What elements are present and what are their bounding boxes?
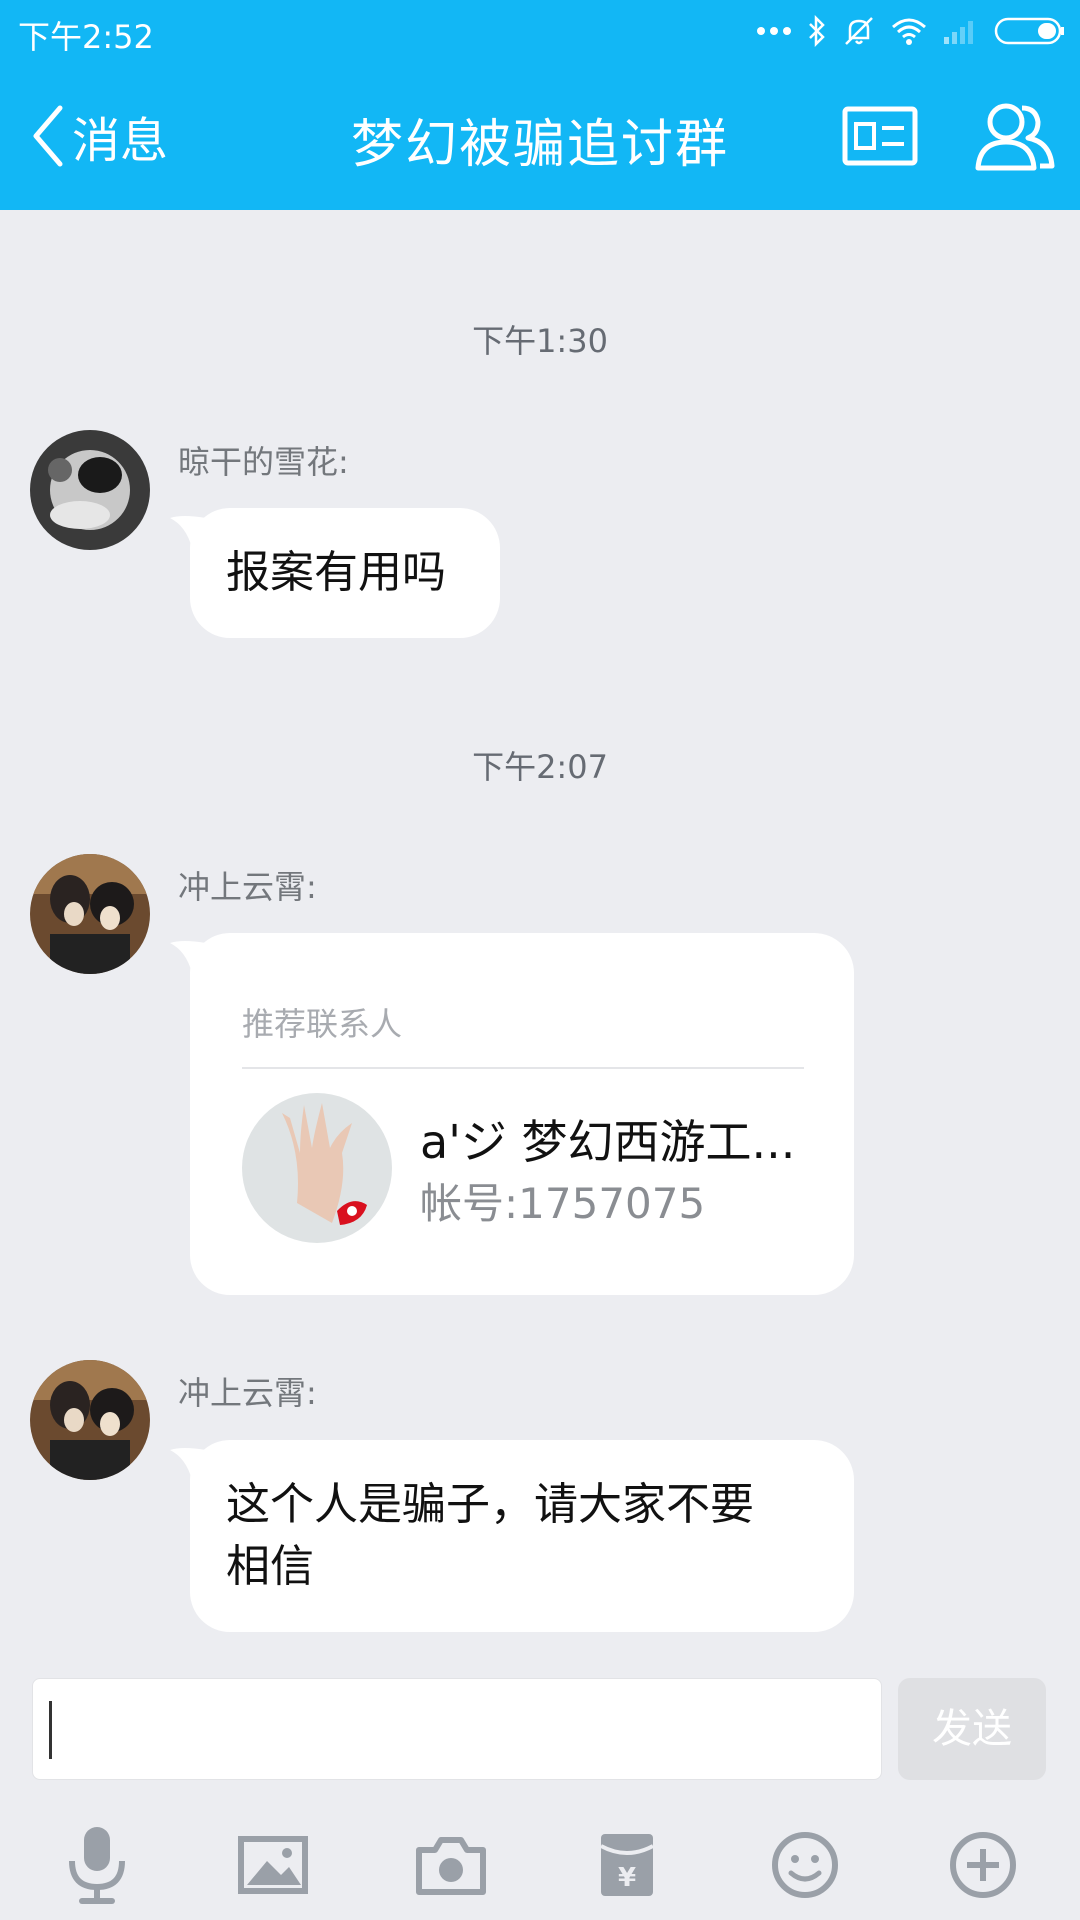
message-text: 报案有用吗 bbox=[226, 547, 446, 598]
card-label: 推荐联系人 bbox=[242, 1005, 403, 1043]
status-bar: 下午2:52 bbox=[0, 0, 1080, 62]
input-bar: 发送 ¥ bbox=[0, 1660, 1080, 1920]
group-card-icon bbox=[842, 106, 918, 166]
members-icon bbox=[975, 103, 1055, 171]
red-packet-icon: ¥ bbox=[600, 1834, 654, 1896]
camera-button[interactable] bbox=[406, 1820, 496, 1910]
more-button[interactable] bbox=[938, 1820, 1028, 1910]
contact-name: a'ジ 梦幻西游工... bbox=[420, 1115, 796, 1169]
group-card-button[interactable] bbox=[840, 96, 920, 176]
send-button[interactable]: 发送 bbox=[898, 1678, 1046, 1780]
emoji-button[interactable] bbox=[760, 1820, 850, 1910]
avatar[interactable] bbox=[30, 854, 150, 974]
avatar-image bbox=[30, 1360, 150, 1480]
emoji-icon bbox=[772, 1832, 838, 1898]
contact-avatar-image bbox=[242, 1093, 392, 1243]
battery-icon bbox=[994, 17, 1064, 45]
sender-name: 冲上云霄: bbox=[178, 868, 317, 906]
status-icons bbox=[756, 10, 1066, 52]
text-caret bbox=[49, 1701, 52, 1759]
avatar[interactable] bbox=[30, 430, 150, 550]
contact-avatar bbox=[242, 1093, 392, 1243]
avatar-image bbox=[30, 430, 150, 550]
avatar-image bbox=[30, 854, 150, 974]
svg-text:¥: ¥ bbox=[618, 1863, 636, 1893]
more-dots-icon bbox=[757, 27, 791, 35]
toolbar: ¥ bbox=[0, 1820, 1080, 1920]
image-button[interactable] bbox=[228, 1820, 318, 1910]
message-input[interactable] bbox=[32, 1678, 882, 1780]
voice-button[interactable] bbox=[52, 1820, 142, 1910]
wifi-icon bbox=[892, 18, 926, 45]
contact-card[interactable]: 推荐联系人 a'ジ 梦幻西游工... 帐号:1757075 bbox=[170, 933, 854, 1295]
mute-icon bbox=[845, 17, 873, 45]
message-bubble[interactable]: 这个人是骗子，请大家不要 相信 bbox=[170, 1440, 854, 1632]
sender-name: 晾干的雪花: bbox=[178, 443, 349, 481]
red-packet-button[interactable]: ¥ bbox=[582, 1820, 672, 1910]
message-bubble[interactable]: 报案有用吗 bbox=[170, 508, 500, 638]
camera-icon bbox=[416, 1837, 486, 1895]
image-icon bbox=[238, 1836, 308, 1894]
timestamp: 下午1:30 bbox=[472, 322, 608, 360]
message-text-line2: 相信 bbox=[226, 1541, 314, 1592]
plus-icon bbox=[950, 1832, 1016, 1898]
timestamp: 下午2:07 bbox=[472, 748, 608, 786]
card-divider bbox=[242, 1067, 804, 1069]
contact-account: 帐号:1757075 bbox=[420, 1179, 706, 1228]
nav-bar: 消息 梦幻被骗追讨群 bbox=[0, 62, 1080, 210]
bluetooth-icon bbox=[809, 15, 825, 47]
members-button[interactable] bbox=[970, 96, 1060, 176]
sender-name: 冲上云霄: bbox=[178, 1374, 317, 1412]
bubble-tail bbox=[170, 941, 206, 973]
bubble-tail bbox=[170, 516, 206, 548]
status-time: 下午2:52 bbox=[18, 18, 154, 56]
avatar[interactable] bbox=[30, 1360, 150, 1480]
microphone-icon bbox=[69, 1827, 125, 1904]
message-text-line1: 这个人是骗子，请大家不要 bbox=[226, 1479, 754, 1530]
bubble-tail bbox=[170, 1448, 206, 1480]
signal-icon bbox=[944, 21, 973, 44]
